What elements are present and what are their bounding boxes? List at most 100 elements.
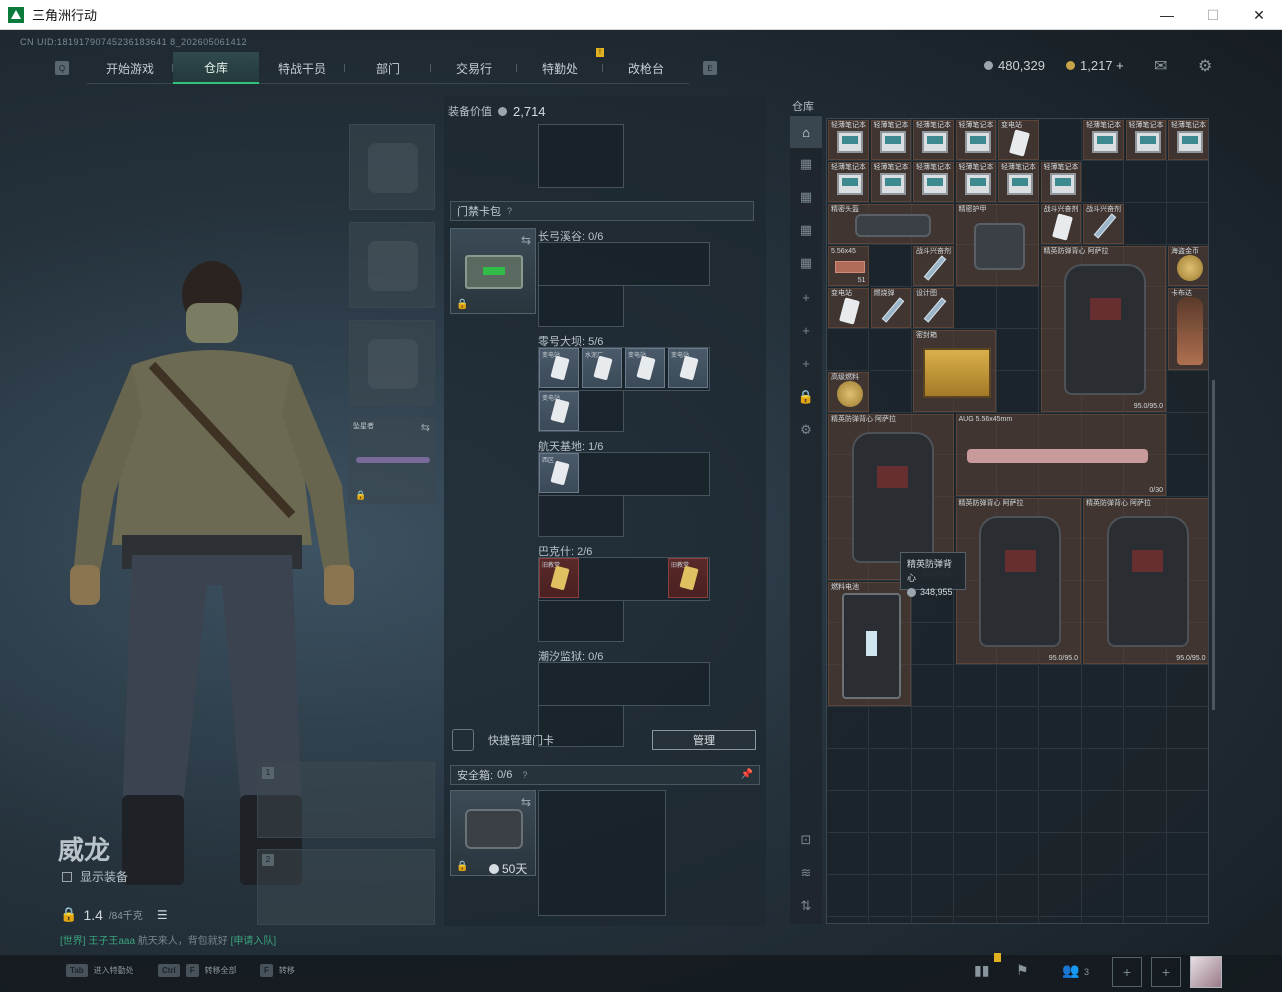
- list-icon[interactable]: ☰: [157, 908, 168, 922]
- warehouse-item[interactable]: 设计图: [913, 288, 954, 328]
- help-icon[interactable]: ?: [507, 206, 512, 216]
- warehouse-item[interactable]: 轻薄笔记本: [913, 120, 954, 160]
- warehouse-item[interactable]: 轻薄笔记本: [1125, 120, 1166, 160]
- warehouse-cell[interactable]: [1082, 917, 1124, 923]
- warehouse-cell[interactable]: [997, 749, 1039, 791]
- warehouse-cell[interactable]: [1039, 749, 1082, 791]
- warehouse-item[interactable]: 精密护甲: [955, 204, 1039, 286]
- friends-icon[interactable]: 👥: [1062, 962, 1079, 979]
- warehouse-item[interactable]: 燃料电池: [828, 582, 911, 706]
- warehouse-cell[interactable]: [1124, 665, 1167, 707]
- warehouse-cell[interactable]: [869, 329, 912, 371]
- warehouse-cell[interactable]: [997, 791, 1039, 833]
- warehouse-cell[interactable]: [997, 833, 1039, 875]
- secondary-weapon-slot[interactable]: 2: [257, 849, 435, 925]
- armor-slot[interactable]: [349, 222, 435, 308]
- keycard-item[interactable]: 旧教堂: [668, 558, 708, 598]
- warehouse-cell[interactable]: [1124, 203, 1167, 245]
- warehouse-page-4-icon[interactable]: ▦: [790, 247, 822, 279]
- warehouse-item[interactable]: 变电站: [998, 120, 1039, 160]
- warehouse-cell[interactable]: [1125, 917, 1167, 923]
- tab-department[interactable]: 部门: [345, 52, 431, 84]
- keycard-item[interactable]: 水泥厂: [582, 348, 622, 388]
- pin-icon[interactable]: 📌: [741, 769, 753, 780]
- filter-icon[interactable]: ⊡: [790, 824, 822, 856]
- warehouse-cell[interactable]: [1039, 707, 1082, 749]
- warehouse-cell[interactable]: [827, 329, 869, 371]
- warehouse-cell[interactable]: [954, 833, 997, 875]
- warehouse-cell[interactable]: [1039, 833, 1082, 875]
- stats-icon[interactable]: ▮▮: [974, 962, 989, 979]
- show-gear-checkbox[interactable]: [62, 871, 72, 882]
- keycard-grid-row[interactable]: [538, 662, 710, 706]
- warehouse-cell[interactable]: [912, 917, 954, 923]
- warehouse-cell[interactable]: [1039, 665, 1082, 707]
- warehouse-cell[interactable]: [1124, 749, 1167, 791]
- warehouse-item[interactable]: 轻薄笔记本: [828, 120, 869, 160]
- envelope-icon[interactable]: ✉: [1154, 56, 1167, 76]
- warehouse-cell[interactable]: [869, 245, 912, 287]
- warehouse-item[interactable]: 轻薄笔记本: [955, 162, 996, 202]
- warehouse-item[interactable]: 轻薄笔记本: [1168, 120, 1208, 160]
- manage-button[interactable]: 管理: [652, 730, 756, 750]
- swap-icon[interactable]: ⇆: [521, 795, 531, 809]
- warehouse-cell[interactable]: [1167, 371, 1208, 413]
- warehouse-cell[interactable]: [912, 707, 954, 749]
- warehouse-cell[interactable]: [955, 917, 997, 923]
- warehouse-cell[interactable]: [1124, 161, 1167, 203]
- safe-box-grid[interactable]: [538, 790, 666, 916]
- warehouse-cell[interactable]: [869, 371, 912, 413]
- warehouse-cell[interactable]: [912, 791, 954, 833]
- warehouse-item[interactable]: 精英防弹背心 阿萨拉 95.0/95.0: [1083, 498, 1208, 664]
- keycard-item[interactable]: 变电站: [539, 391, 579, 431]
- keycard-grid-row[interactable]: [538, 242, 710, 286]
- warehouse-cell[interactable]: [827, 791, 869, 833]
- warehouse-cell[interactable]: [869, 875, 912, 917]
- swap-icon[interactable]: ⇆: [421, 421, 430, 434]
- warehouse-cell[interactable]: [1082, 791, 1124, 833]
- keycard-grid-row[interactable]: [538, 495, 624, 537]
- tab-special-ops[interactable]: 特勤处: [517, 52, 603, 84]
- warehouse-item[interactable]: 轻薄笔记本: [870, 162, 911, 202]
- warehouse-cell[interactable]: [1082, 833, 1124, 875]
- hint-transfer[interactable]: F 转移: [260, 964, 295, 977]
- tab-operators[interactable]: 特战干员: [259, 52, 345, 84]
- hint-transfer-all[interactable]: Ctrl F 转移全部: [158, 964, 237, 977]
- warehouse-cell[interactable]: [1124, 875, 1167, 917]
- close-button[interactable]: ✕: [1236, 0, 1282, 30]
- add-teammate-button[interactable]: +: [1151, 957, 1181, 987]
- warehouse-cell[interactable]: [869, 791, 912, 833]
- warehouse-cell[interactable]: [954, 707, 997, 749]
- keycard-grid-row[interactable]: [538, 285, 624, 327]
- warehouse-item[interactable]: 精英防弹背心 阿萨拉 95.0/95.0: [955, 498, 1081, 664]
- chat-join-link[interactable]: [申请入队]: [231, 936, 277, 947]
- chat-user[interactable]: 王子王aaa: [88, 936, 135, 947]
- warehouse-cell[interactable]: [1167, 917, 1208, 923]
- warehouse-cell[interactable]: [1167, 455, 1208, 497]
- warehouse-item[interactable]: 燃烧弹: [870, 288, 911, 328]
- warehouse-page-1-icon[interactable]: ▦: [790, 148, 822, 180]
- warehouse-cell[interactable]: [827, 917, 869, 923]
- warehouse-cell[interactable]: [869, 749, 912, 791]
- warehouse-cell[interactable]: [827, 833, 869, 875]
- warehouse-cell[interactable]: [997, 875, 1039, 917]
- warehouse-item[interactable]: AUG 5.56x45mm 0/30: [955, 414, 1166, 496]
- warehouse-cell[interactable]: [869, 833, 912, 875]
- warehouse-cell[interactable]: [1124, 833, 1167, 875]
- warehouse-cell[interactable]: [1167, 833, 1208, 875]
- warehouse-cell[interactable]: [912, 749, 954, 791]
- swap-icon[interactable]: ⇆: [521, 233, 531, 247]
- keycard-holder-item[interactable]: ⇆ 🔒: [450, 228, 536, 314]
- warehouse-cell[interactable]: [912, 665, 954, 707]
- warehouse-item[interactable]: 战斗兴奋剂: [1040, 204, 1081, 244]
- warehouse-cell[interactable]: [912, 875, 954, 917]
- tab-start-game[interactable]: 开始游戏: [87, 52, 173, 84]
- minimize-button[interactable]: —: [1144, 0, 1190, 30]
- flag-icon[interactable]: ⚑: [1016, 962, 1029, 979]
- warehouse-item[interactable]: 轻薄笔记本: [998, 162, 1039, 202]
- warehouse-page-3-icon[interactable]: ▦: [790, 214, 822, 246]
- warehouse-item[interactable]: 轻薄笔记本: [1040, 162, 1081, 202]
- warehouse-cell[interactable]: [1082, 665, 1124, 707]
- warehouse-cell[interactable]: [912, 833, 954, 875]
- warehouse-item[interactable]: 轻薄笔记本: [1083, 120, 1124, 160]
